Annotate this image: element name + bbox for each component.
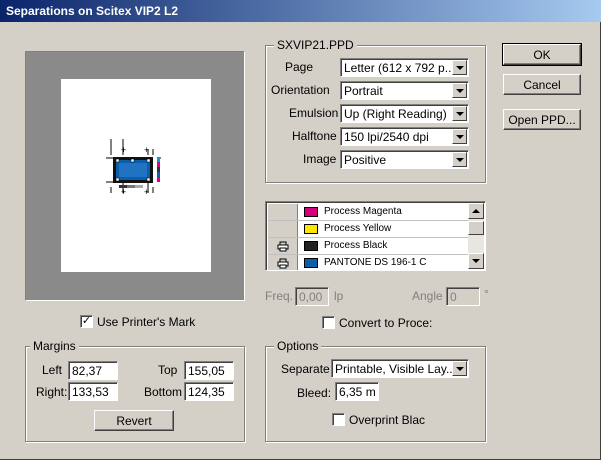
ink-swatch	[304, 241, 318, 251]
use-printers-marks-label: Use Printer's Mark	[97, 315, 196, 329]
printer-marks-artwork: + + + +	[106, 139, 161, 197]
margins-legend: Margins	[30, 339, 79, 353]
freq-label: Freq.	[265, 289, 294, 303]
ok-button[interactable]: OK	[502, 43, 582, 66]
left-margin-input[interactable]: 82,37	[68, 361, 118, 380]
top-margin-label: Top	[158, 363, 178, 377]
overprint-black-checkbox[interactable]	[332, 413, 345, 426]
orientation-label: Orientation	[271, 83, 330, 97]
ink-name: Process Yellow	[324, 223, 392, 234]
halftone-select-value: 150 lpi/2540 dpi	[344, 130, 429, 144]
convert-to-process-checkbox[interactable]	[322, 316, 335, 329]
use-printers-marks-checkbox[interactable]: ✓	[80, 315, 93, 328]
svg-text:+: +	[121, 145, 126, 155]
title-bar[interactable]: Separations on Scitex VIP2 L2	[0, 0, 601, 22]
bottom-margin-input[interactable]: 124,35	[184, 382, 234, 401]
window-title: Separations on Scitex VIP2 L2	[6, 4, 179, 18]
print-toggle[interactable]	[268, 221, 298, 237]
page-label: Page	[285, 60, 314, 74]
chevron-down-icon[interactable]	[452, 129, 467, 144]
separate-label: Separate	[281, 362, 330, 376]
halftone-label: Halftone	[292, 129, 337, 143]
image-select-value: Positive	[344, 153, 387, 167]
ppd-legend: SXVIP21.PPD	[274, 38, 357, 52]
cancel-button[interactable]: Cancel	[503, 74, 581, 95]
scroll-up-button[interactable]	[468, 203, 484, 219]
ink-name: PANTONE DS 196-1 C	[324, 257, 427, 268]
ink-swatch	[304, 258, 318, 268]
right-margin-label: Right:	[36, 385, 68, 399]
angle-input[interactable]: 0	[446, 287, 480, 306]
chevron-down-icon[interactable]	[452, 152, 467, 167]
image-select[interactable]: Positive	[340, 150, 469, 169]
print-toggle[interactable]	[268, 238, 298, 254]
printer-icon	[277, 241, 288, 251]
ink-name: Process Black	[324, 240, 388, 251]
halftone-select[interactable]: 150 lpi/2540 dpi	[340, 127, 469, 146]
print-toggle[interactable]	[268, 204, 298, 220]
right-margin-input[interactable]: 133,53	[68, 382, 118, 401]
ink-list[interactable]: Process Magenta Process Yellow Process B…	[265, 201, 486, 271]
angle-label: Angle	[412, 289, 443, 303]
ink-swatch	[304, 224, 318, 234]
page-select-value: Letter (612 x 792 p...	[344, 61, 455, 75]
ink-name: Process Magenta	[324, 206, 402, 217]
preview-paper: + + + +	[61, 79, 211, 272]
options-legend: Options	[274, 339, 322, 353]
list-item[interactable]: Process Magenta	[268, 204, 470, 221]
bleed-input[interactable]: 6,35 m	[335, 382, 379, 401]
bleed-label: Bleed:	[297, 386, 332, 400]
ink-list-scrollbar[interactable]	[468, 203, 484, 269]
open-ppd-button[interactable]: Open PPD...	[503, 109, 581, 130]
svg-text:+: +	[121, 187, 126, 197]
emulsion-select[interactable]: Up (Right Reading)	[340, 104, 469, 123]
svg-text:+: +	[144, 145, 149, 155]
image-label: Image	[303, 152, 337, 166]
chevron-down-icon[interactable]	[452, 106, 467, 121]
overprint-black-label: Overprint Blac	[349, 413, 426, 427]
printer-icon	[277, 258, 288, 268]
orientation-select[interactable]: Portrait	[340, 81, 469, 100]
ink-swatch	[304, 207, 318, 217]
top-margin-input[interactable]: 155,05	[184, 361, 234, 380]
print-toggle[interactable]	[268, 255, 298, 270]
emulsion-select-value: Up (Right Reading)	[344, 107, 447, 121]
angle-unit: °	[484, 287, 489, 301]
page-select[interactable]: Letter (612 x 792 p...	[340, 58, 469, 77]
chevron-down-icon[interactable]	[452, 361, 467, 376]
list-item[interactable]: Process Black	[268, 238, 470, 255]
scroll-thumb[interactable]	[468, 221, 484, 235]
freq-input[interactable]: 0,00	[295, 287, 329, 306]
chevron-down-icon[interactable]	[452, 60, 467, 75]
list-item[interactable]: PANTONE DS 196-1 C	[268, 255, 470, 270]
revert-button[interactable]: Revert	[94, 410, 174, 431]
list-item[interactable]: Process Yellow	[268, 221, 470, 238]
orientation-select-value: Portrait	[344, 84, 383, 98]
separate-select-value: Printable, Visible Lay...	[335, 362, 456, 376]
separate-select[interactable]: Printable, Visible Lay...	[331, 359, 469, 378]
convert-to-process-label: Convert to Proce:	[339, 316, 433, 330]
freq-unit: lp	[334, 289, 344, 303]
left-margin-label: Left	[42, 363, 63, 377]
scroll-down-button[interactable]	[468, 253, 484, 269]
chevron-down-icon[interactable]	[452, 83, 467, 98]
emulsion-label: Emulsion	[289, 106, 339, 120]
separations-dialog: Separations on Scitex VIP2 L2 OK Cancel …	[0, 0, 601, 460]
svg-text:+: +	[144, 187, 149, 197]
page-preview: + + + +	[25, 51, 245, 301]
bottom-margin-label: Bottom	[144, 385, 183, 399]
